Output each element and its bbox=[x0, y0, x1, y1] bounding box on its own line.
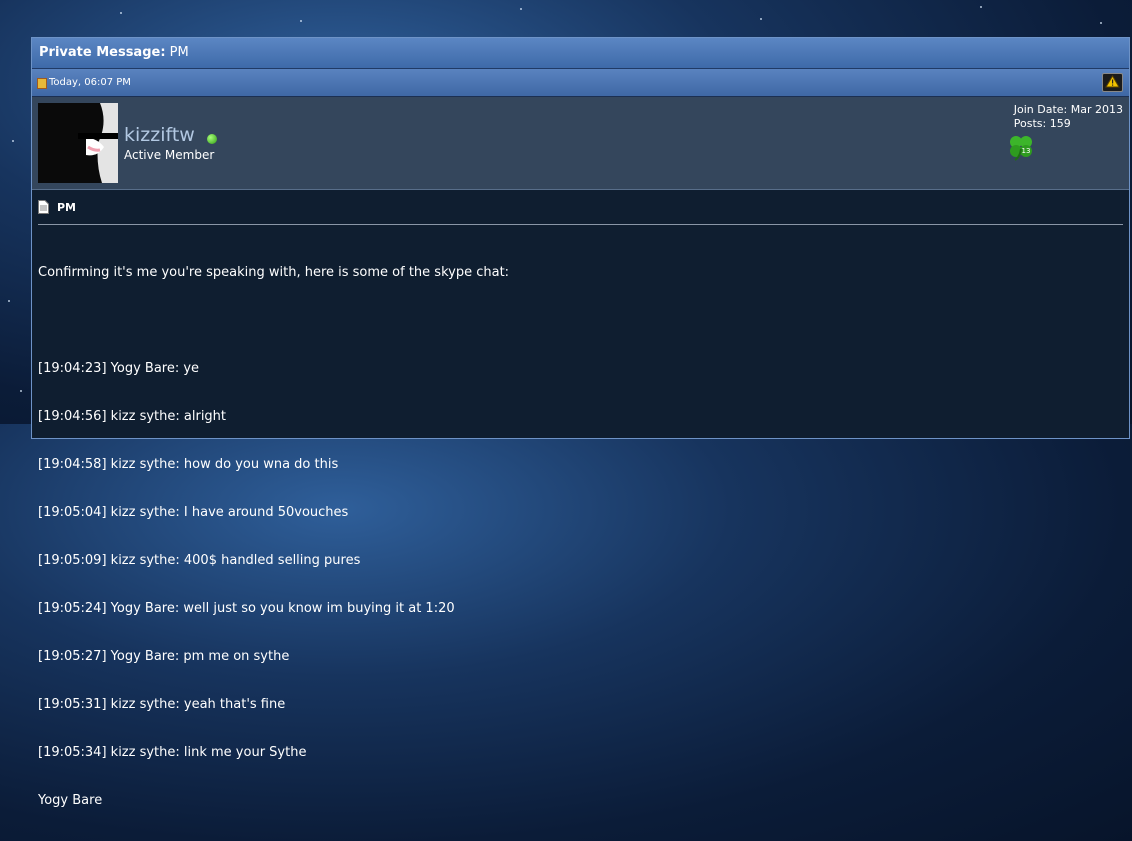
user-avatar[interactable] bbox=[38, 103, 118, 183]
join-date-label: Join Date: bbox=[1013, 103, 1068, 116]
message-line: [19:04:56] kizz sythe: alright bbox=[38, 409, 227, 424]
user-title: Active Member bbox=[124, 148, 215, 162]
document-icon bbox=[38, 200, 49, 214]
post-status-icon bbox=[37, 78, 47, 89]
report-icon bbox=[1105, 75, 1120, 88]
message-line: [19:04:23] Yogy Bare: ye bbox=[38, 361, 200, 376]
user-stats: Join Date: Mar 2013 Posts: 159 bbox=[1014, 103, 1123, 131]
post-count-value: 159 bbox=[1049, 117, 1071, 130]
message-line: Confirming it's me you're speaking with,… bbox=[38, 265, 510, 280]
report-button[interactable] bbox=[1102, 73, 1123, 92]
message-line: [19:05:27] Yogy Bare: pm me on sythe bbox=[38, 649, 290, 664]
post-count: Posts: 159 bbox=[1014, 117, 1123, 131]
message-line: [19:04:58] kizz sythe: how do you wna do… bbox=[38, 457, 339, 472]
message-line: [19:05:04] kizz sythe: I have around 50v… bbox=[38, 505, 349, 520]
private-message-panel: Private Message: PM Today, 06:07 PM kizz… bbox=[31, 37, 1130, 808]
message-body: Confirming it's me you're speaking with,… bbox=[38, 233, 1123, 841]
message-line: [19:05:34] kizz sythe: link me your Syth… bbox=[38, 745, 307, 760]
message-line bbox=[38, 313, 1123, 329]
message-content: PM Confirming it's me you're speaking wi… bbox=[32, 190, 1129, 841]
message-line: [19:05:24] Yogy Bare: well just so you k… bbox=[38, 601, 455, 616]
online-status-icon bbox=[207, 134, 217, 144]
message-title-row: PM bbox=[38, 196, 1123, 225]
join-date-value: Mar 2013 bbox=[1070, 103, 1123, 116]
panel-title-bar: Private Message: PM bbox=[32, 38, 1129, 69]
panel-title-label: Private Message bbox=[39, 45, 161, 60]
panel-title-value: PM bbox=[169, 45, 189, 60]
post-date-bar: Today, 06:07 PM bbox=[32, 69, 1129, 97]
post-date: Today, 06:07 PM bbox=[49, 77, 131, 88]
message-line: [19:05:31] kizz sythe: yeah that's fine bbox=[38, 697, 286, 712]
award-badge-number: 13 bbox=[1022, 147, 1031, 155]
message-line: Yogy Bare bbox=[38, 793, 103, 808]
award-clover-icon[interactable]: 13 bbox=[1007, 133, 1037, 161]
post-count-label: Posts: bbox=[1013, 117, 1047, 130]
avatar-image bbox=[38, 103, 118, 183]
message-line: [19:05:09] kizz sythe: 400$ handled sell… bbox=[38, 553, 361, 568]
message-title: PM bbox=[57, 200, 77, 214]
user-info-row: kizziftw Active Member Join Date: Mar 20… bbox=[32, 97, 1129, 190]
username-link[interactable]: kizziftw bbox=[124, 124, 195, 146]
join-date: Join Date: Mar 2013 bbox=[1014, 103, 1123, 117]
